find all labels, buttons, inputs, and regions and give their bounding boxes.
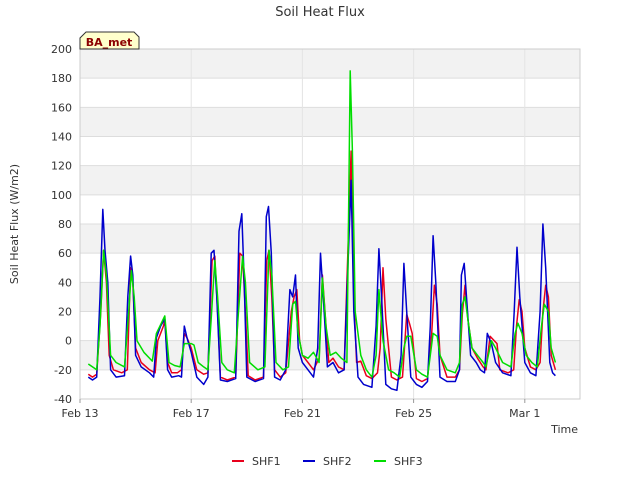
site-badge: BA_met [79,31,140,50]
y-axis-label: Soil Heat Flux (W/m2) [8,164,21,284]
y-tick-label: -40 [54,393,72,406]
y-tick-label: 140 [51,131,72,144]
y-tick-label: 60 [58,247,72,260]
legend: SHF1 SHF2 SHF3 [232,455,423,468]
y-tick-label: 0 [65,335,72,348]
y-tick-label: 20 [58,306,72,319]
plot-band [80,224,580,254]
plot-band [80,194,580,224]
plot-band [80,253,580,283]
y-tick-label: 80 [58,218,72,231]
plot-band [80,136,580,166]
plot-band [80,78,580,108]
y-tick-label: 200 [51,43,72,56]
plot-band [80,311,580,341]
soil-heat-flux-chart: -40 -20 0 20 40 60 80 100 120 140 160 180 200 Feb 13… [0,0,640,480]
x-tick-label: Feb 25 [395,407,432,420]
y-tick-label: -20 [54,364,72,377]
y-tick-label: 160 [51,101,72,114]
y-tick-label: 120 [51,160,72,173]
y-tick-label: 180 [51,72,72,85]
legend-label-shf2: SHF2 [323,455,352,468]
y-tick-label: 40 [58,276,72,289]
legend-label-shf3: SHF3 [394,455,423,468]
x-axis-label: Time [550,423,578,436]
plot-band [80,49,580,79]
plot-band [80,282,580,312]
plot-band [80,107,580,137]
x-tick-label: Mar 1 [509,407,540,420]
legend-label-shf1: SHF1 [252,455,281,468]
chart-title: Soil Heat Flux [275,5,365,20]
x-tick-label: Feb 17 [173,407,210,420]
site-badge-label: BA_met [86,36,133,49]
x-tick-label: Feb 13 [62,407,99,420]
y-tick-label: 100 [51,189,72,202]
plot-band [80,165,580,195]
x-tick-label: Feb 21 [284,407,321,420]
